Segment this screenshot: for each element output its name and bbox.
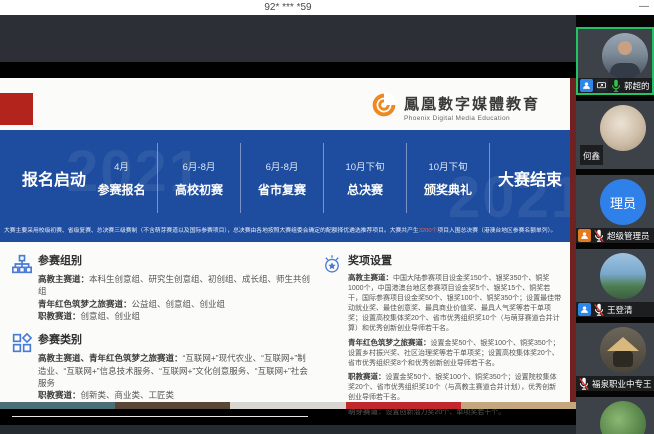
slide-bottom-stripe xyxy=(0,402,576,409)
note-text: 大赛主要采用校级初赛、省级复赛、总决赛三级赛制（不含萌芽赛道以及国际参赛项目），… xyxy=(4,227,419,233)
stripe-tan xyxy=(461,402,576,409)
shared-slide: 鳳凰數字媒體教育 Phoenix Digital Media Education… xyxy=(0,78,576,409)
mic-muted-icon xyxy=(578,377,590,391)
screen-share-icon xyxy=(595,79,608,92)
participant-tile-partial[interactable] xyxy=(576,397,654,434)
stage-period: 6月-8月 xyxy=(183,159,216,173)
timeline: 报名启动 4月 参赛报名 6月-8月 高校初赛 6月-8月 省市复赛 10月下旬 xyxy=(0,143,570,213)
groups-line: 高教主赛道：本科生创意组、研究生创意组、初创组、成长组、师生共创组 xyxy=(38,273,312,298)
awards-para: 青年红色筑梦之旅赛道：设置金奖50个、银奖100个、铜奖350个；设置乡村振兴奖… xyxy=(348,338,562,369)
member-badge-icon xyxy=(578,303,591,316)
avatar-lake-landscape xyxy=(600,253,646,299)
left-column-divider xyxy=(12,416,308,417)
stage-period: 6月-8月 xyxy=(266,159,299,173)
timeline-banner: 2021 2021 报名启动 4月 参赛报名 6月-8月 高校初赛 6月-8月 … xyxy=(0,130,570,242)
timeline-stage-preliminary: 6月-8月 高校初赛 xyxy=(157,143,240,213)
avatar-man-portrait xyxy=(602,33,648,79)
participant-name-chip: 何鑫 xyxy=(580,145,603,165)
timeline-end-label: 大赛结束 xyxy=(498,166,562,190)
section-categories: 参赛类别 高教主赛道、青年红色筑梦之旅赛道：“互联网+”现代农业、“互联网+”制… xyxy=(12,331,312,401)
member-badge-icon xyxy=(580,79,593,92)
participant-name-bar: 福泉职业中专王 xyxy=(576,376,654,391)
participant-name-bar: 郭超的 xyxy=(578,78,652,93)
timeline-stage-provincial: 6月-8月 省市复赛 xyxy=(240,143,323,213)
stripe-teal xyxy=(0,402,115,409)
awards-para: 职教赛道：设置金奖50个、银奖100个、铜奖350个；设置院校集体奖20个、省市… xyxy=(348,372,562,403)
org-chart-icon xyxy=(12,252,38,322)
note-highlight-number: 3200个 xyxy=(419,227,438,233)
timeline-start-cell: 报名启动 4月 参赛报名 xyxy=(0,143,157,213)
bottom-taskbar xyxy=(0,425,576,434)
meeting-id: 92* *** *59 xyxy=(0,0,576,15)
participant-name: 王登清 xyxy=(607,304,633,316)
awards-title: 奖项设置 xyxy=(348,252,562,268)
groups-line: 职教赛道：创意组、创业组 xyxy=(38,310,312,322)
participant-name: 何鑫 xyxy=(583,151,600,161)
awards-para: 高教主赛道：中国大陆参赛项目设金奖150个、银奖350个、铜奖1000个，中国港… xyxy=(348,273,562,334)
categories-line: 高教主赛道、青年红色筑梦之旅赛道：“互联网+”现代农业、“互联网+”制造业、“互… xyxy=(38,352,312,389)
screen-share-stage: 鳳凰數字媒體教育 Phoenix Digital Media Education… xyxy=(0,15,576,434)
participant-tile-fuquan[interactable]: 福泉职业中专王 xyxy=(576,323,654,391)
minimize-button[interactable]: — xyxy=(639,0,649,14)
timeline-stage-ceremony: 10月下旬 颁奖典礼 xyxy=(406,143,489,213)
shapes-icon xyxy=(12,331,38,401)
stage-name: 参赛报名 xyxy=(98,181,146,198)
stripe-brown xyxy=(115,402,230,409)
host-badge-icon xyxy=(578,229,591,242)
avatar-blue-circle: 理员 xyxy=(600,179,646,225)
groups-title: 参赛组别 xyxy=(38,252,312,268)
participant-tile-wangdengqing[interactable]: 王登清 xyxy=(576,249,654,317)
timeline-end-cell: 大赛结束 xyxy=(489,143,570,213)
participants-sidebar: 郭超的 何鑫 理员 超级管理员 王登清 xyxy=(576,15,654,434)
stage-period: 10月下旬 xyxy=(428,159,467,173)
avatar-conical-hat xyxy=(600,327,646,373)
stage-period: 10月下旬 xyxy=(345,159,384,173)
stage-name: 省市复赛 xyxy=(258,181,306,198)
stage-name: 颁奖典礼 xyxy=(424,181,472,198)
right-column: 奖项设置 高教主赛道：中国大陆参赛项目设金奖150个、银奖350个、铜奖1000… xyxy=(322,252,562,402)
mic-muted-icon xyxy=(593,229,605,243)
logo-chinese-name: 鳳凰數字媒體教育 xyxy=(404,93,540,114)
note-text-tail: 项目入围总决赛（港澳台地区参赛名额单列）。 xyxy=(437,227,556,233)
section-groups: 参赛组别 高教主赛道：本科生创意组、研究生创意组、初创组、成长组、师生共创组 青… xyxy=(12,252,312,322)
stripe-red xyxy=(346,402,461,409)
stage-period: 4月 xyxy=(114,159,129,173)
participant-name: 福泉职业中专王 xyxy=(592,378,652,390)
categories-line: 职教赛道：创新类、商业类、工匠类 xyxy=(38,389,312,401)
phoenix-logo: 鳳凰數字媒體教育 Phoenix Digital Media Education xyxy=(370,91,540,124)
avatar-cat-photo xyxy=(600,105,646,151)
award-medal-icon xyxy=(322,252,348,422)
mic-muted-icon xyxy=(593,303,605,317)
participant-name-bar: 超级管理员 xyxy=(576,228,654,243)
participant-name: 郭超的 xyxy=(624,80,650,92)
participant-tile-admin[interactable]: 理员 超级管理员 xyxy=(576,175,654,243)
participant-tile-guochao[interactable]: 郭超的 xyxy=(576,27,654,95)
participant-tile-hexin[interactable]: 何鑫 xyxy=(576,101,654,169)
timeline-stage-finals: 10月下旬 总决赛 xyxy=(323,143,406,213)
mic-on-icon xyxy=(610,79,622,93)
window-titlebar: 92* *** *59 — xyxy=(0,0,654,15)
stripe-gray xyxy=(230,402,345,409)
logo-english-name: Phoenix Digital Media Education xyxy=(404,115,540,122)
slide-red-square-decoration xyxy=(0,93,33,125)
timeline-start-label: 报名启动 xyxy=(22,166,86,190)
avatar-trees-photo xyxy=(600,401,646,434)
left-column: 参赛组别 高教主赛道：本科生创意组、研究生创意组、初创组、成长组、师生共创组 青… xyxy=(12,252,312,402)
participant-name: 超级管理员 xyxy=(607,230,650,242)
section-awards: 奖项设置 高教主赛道：中国大陆参赛项目设金奖150个、银奖350个、铜奖1000… xyxy=(322,252,562,422)
timeline-note: 大赛主要采用校级初赛、省级复赛、总决赛三级赛制（不含萌芽赛道以及国际参赛项目），… xyxy=(4,225,570,235)
groups-line: 青年红色筑梦之旅赛道：公益组、创意组、创业组 xyxy=(38,298,312,310)
stage-name: 总决赛 xyxy=(347,181,383,198)
participant-name-bar: 王登清 xyxy=(576,302,654,317)
stage-name: 高校初赛 xyxy=(175,181,223,198)
categories-title: 参赛类别 xyxy=(38,331,312,347)
stage-top-band xyxy=(0,15,576,62)
phoenix-swirl-icon xyxy=(370,91,398,124)
timeline-stage-signup: 4月 参赛报名 xyxy=(86,159,157,198)
slide-content: 参赛组别 高教主赛道：本科生创意组、研究生创意组、初创组、成长组、师生共创组 青… xyxy=(0,244,570,402)
